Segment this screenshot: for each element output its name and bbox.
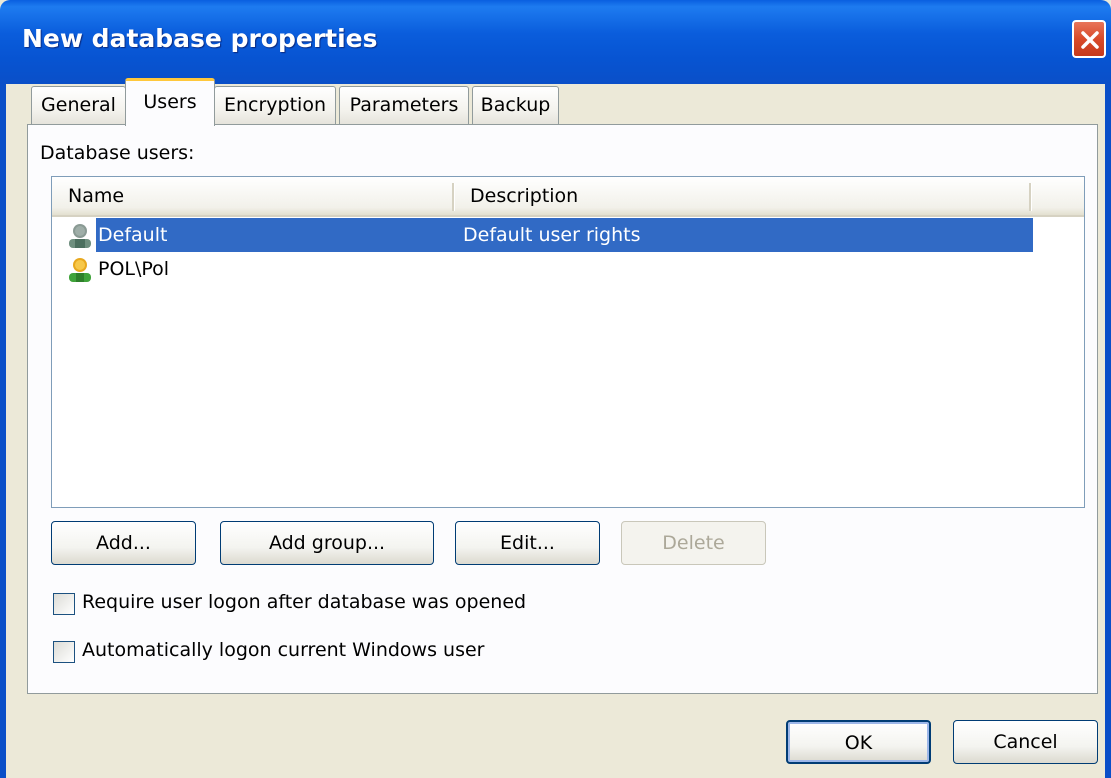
tab-encryption[interactable]: Encryption: [214, 86, 336, 124]
cancel-button[interactable]: Cancel: [953, 720, 1098, 764]
require-logon-checkbox[interactable]: [53, 593, 75, 615]
require-logon-label[interactable]: Require user logon after database was op…: [82, 591, 526, 613]
auto-logon-label[interactable]: Automatically logon current Windows user: [82, 639, 484, 661]
close-icon: [1081, 31, 1099, 49]
user-description: Default user rights: [463, 224, 641, 246]
user-name: POL\Pol: [98, 258, 170, 280]
list-header: Name Description: [52, 177, 1084, 217]
column-separator[interactable]: [1029, 183, 1032, 211]
users-tab-page: Database users: Name Description Default…: [27, 124, 1098, 694]
add-user-button[interactable]: Add...: [51, 521, 196, 565]
tab-parameters[interactable]: Parameters: [339, 86, 469, 124]
tab-backup[interactable]: Backup: [472, 86, 559, 124]
list-item[interactable]: Default Default user rights: [52, 218, 1084, 252]
users-list[interactable]: Name Description Default Default user ri…: [51, 176, 1085, 508]
title-bar[interactable]: New database properties: [0, 0, 1111, 84]
window-title: New database properties: [22, 24, 378, 53]
user-yellow-icon: [69, 258, 91, 282]
delete-user-button[interactable]: Delete: [621, 521, 766, 565]
column-separator[interactable]: [452, 183, 455, 211]
tab-users[interactable]: Users: [125, 78, 215, 126]
close-button[interactable]: [1072, 20, 1106, 58]
user-gray-icon: [69, 224, 91, 248]
user-name: Default: [98, 224, 168, 246]
dialog-window: New database properties General Users En…: [0, 0, 1111, 778]
ok-button[interactable]: OK: [786, 720, 931, 764]
window-border-right: [1105, 84, 1111, 778]
column-header-description[interactable]: Description: [470, 177, 578, 215]
column-header-name[interactable]: Name: [68, 177, 124, 215]
auto-logon-checkbox[interactable]: [53, 641, 75, 663]
list-item[interactable]: POL\Pol: [52, 252, 1084, 286]
add-group-button[interactable]: Add group...: [220, 521, 434, 565]
window-border-left: [0, 84, 6, 778]
edit-user-button[interactable]: Edit...: [455, 521, 600, 565]
tab-general[interactable]: General: [31, 86, 126, 124]
database-users-label: Database users:: [40, 142, 195, 164]
